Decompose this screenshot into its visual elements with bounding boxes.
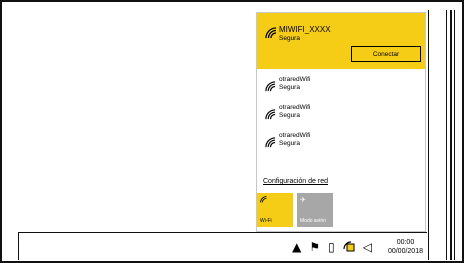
divider-line (446, 10, 447, 260)
connect-button[interactable]: Conectar (351, 46, 421, 62)
clock-date: 00/00/2018 (387, 248, 423, 255)
selected-network-item[interactable]: MIWIFI_XXXX Segura Conectar (257, 13, 425, 69)
airplane-icon: ✈ (300, 196, 306, 204)
divider-line (454, 10, 455, 260)
system-tray: ▲ ⚑ ▯ ◁ 00:00 00/00/2018 (288, 233, 427, 261)
network-item[interactable]: otraredWifi Segura (257, 73, 425, 103)
taskbar: ▲ ⚑ ▯ ◁ 00:00 00/00/2018 (18, 232, 427, 260)
battery-icon[interactable]: ▯ (328, 241, 335, 253)
network-security: Segura (279, 35, 300, 42)
network-icon[interactable] (343, 240, 355, 254)
network-flyout: MIWIFI_XXXX Segura Conectar otraredWifi … (256, 12, 426, 232)
divider-line (428, 10, 429, 260)
wifi-icon (265, 137, 276, 148)
network-item[interactable]: otraredWifi Segura (257, 101, 425, 131)
divider-line (450, 10, 452, 260)
speaker-icon[interactable]: ◁ (363, 241, 372, 253)
chevron-up-icon[interactable]: ▲ (292, 241, 301, 253)
network-name: MIWIFI_XXXX (279, 25, 331, 34)
airplane-mode-tile[interactable]: ✈ Modo avión (297, 193, 333, 227)
tile-label: Wi-Fi (260, 218, 272, 224)
wifi-icon (265, 27, 277, 39)
wifi-toggle-tile[interactable]: Wi-Fi (257, 193, 293, 227)
network-name: otraredWifi (279, 76, 311, 83)
network-security: Segura (279, 84, 300, 91)
wifi-icon (265, 81, 276, 92)
network-name: otraredWifi (279, 104, 311, 111)
network-security: Segura (279, 140, 300, 147)
network-settings-link[interactable]: Configuración de red (263, 178, 328, 185)
clock[interactable]: 00:00 00/00/2018 (388, 238, 423, 256)
wifi-icon (260, 196, 267, 203)
network-name: otraredWifi (279, 132, 311, 139)
network-item[interactable]: otraredWifi Segura (257, 129, 425, 159)
wifi-icon (265, 109, 276, 120)
tile-label: Modo avión (300, 218, 326, 224)
flag-icon[interactable]: ⚑ (309, 241, 320, 253)
clock-time: 00:00 (396, 239, 415, 246)
network-security: Segura (279, 112, 300, 119)
